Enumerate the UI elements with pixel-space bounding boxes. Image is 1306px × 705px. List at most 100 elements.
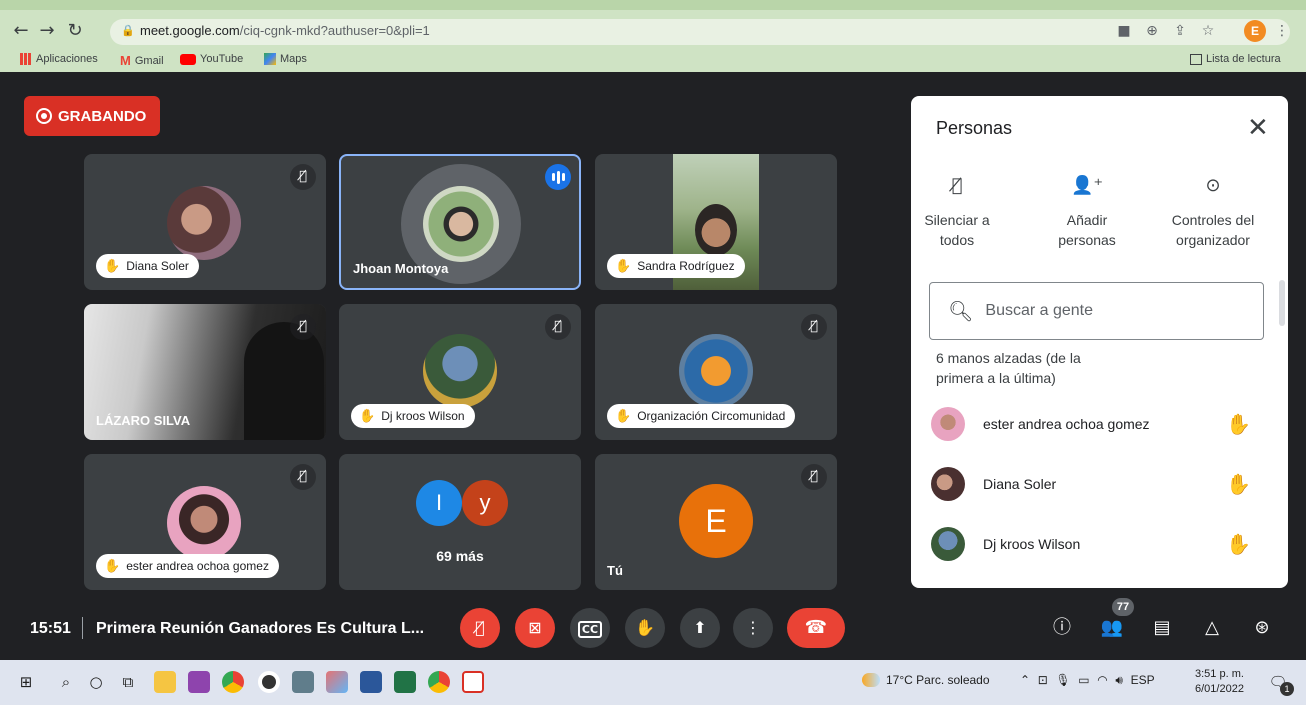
taskbar-clock[interactable]: 3:51 p. m. 6/01/2022 (1195, 667, 1244, 697)
captions-button[interactable]: CC (570, 608, 610, 648)
close-icon[interactable]: ✕ (1247, 114, 1269, 142)
search-people-input[interactable]: 🔍︎ Buscar a gente (929, 282, 1264, 340)
volume-icon[interactable]: 🔊︎ (1115, 673, 1123, 687)
media-player-icon[interactable] (258, 671, 280, 693)
participant-tile[interactable]: 🎙̸ ✋ Organización Circomunidad (595, 304, 837, 440)
chrome-icon[interactable] (222, 671, 244, 693)
hands-heading-line: primera a la última) (936, 370, 1056, 386)
mic-icon[interactable]: 🎙 (1055, 673, 1070, 687)
raised-hand-icon[interactable]: ✋ (1226, 412, 1251, 436)
person-row[interactable]: Dj kroos Wilson ✋ (931, 524, 1261, 564)
menu-icon[interactable]: ⋮ (1272, 21, 1292, 41)
participant-tile[interactable]: 🎙̸ ✋ ester andrea ochoa gomez (84, 454, 326, 590)
more-participants-tile[interactable]: I y 69 más (339, 454, 581, 590)
people-icon[interactable]: 👥 (1098, 614, 1126, 642)
camera-toggle-button[interactable]: ⊠ (515, 608, 555, 648)
participant-tile[interactable]: 🎙̸ ✋ Diana Soler (84, 154, 326, 290)
bookmark-apps[interactable]: Aplicaciones (20, 53, 98, 65)
participant-name: LÁZARO SILVA (96, 413, 191, 428)
host-controls-icon[interactable]: ⊛ (1248, 614, 1276, 642)
participant-tile[interactable]: 🎙̸ LÁZARO SILVA (84, 304, 326, 440)
lock-icon[interactable]: 🔒 (118, 21, 138, 41)
activities-icon[interactable]: △ (1198, 614, 1226, 642)
wifi-icon[interactable]: ◠ (1097, 673, 1107, 687)
raised-hand-icon: ✋ (104, 258, 121, 274)
speaking-indicator-icon (545, 164, 571, 190)
pdf-reader-icon[interactable] (462, 671, 484, 693)
chat-icon[interactable]: ▤ (1148, 614, 1176, 642)
calculator-icon[interactable] (292, 671, 314, 693)
participant-tile-active[interactable]: Jhoan Montoya (339, 154, 581, 290)
host-controls-button[interactable]: ⊙ Controles del organizador (1153, 176, 1273, 250)
back-icon[interactable]: ← (8, 18, 34, 44)
bookmark-gmail[interactable]: M Gmail (120, 53, 164, 68)
battery-icon[interactable]: ▭ (1078, 673, 1089, 687)
recording-badge[interactable]: GRABANDO (24, 96, 161, 136)
mic-toggle-button[interactable]: 🎙̸ (460, 608, 500, 648)
participant-avatar (167, 486, 241, 560)
mic-off-icon: 🎙̸ (801, 464, 827, 490)
hands-heading-line: 6 manos alzadas (de la (936, 350, 1081, 366)
add-people-button[interactable]: 👤⁺ Añadir personas (1027, 176, 1147, 250)
reading-list[interactable]: Lista de lectura (1190, 53, 1281, 65)
language-indicator[interactable]: ESP (1131, 673, 1155, 687)
mic-off-icon: 🎙̸ (290, 464, 316, 490)
people-panel: Personas ✕ 🎙̸ Silenciar a todos 👤⁺ Añadi… (911, 96, 1288, 588)
system-tray[interactable]: ⌃ ⊡ 🎙 ▭ ◠ 🔊︎ ESP (1020, 673, 1155, 688)
more-options-button[interactable]: ⋮ (733, 608, 773, 648)
zoom-icon[interactable]: ⊕ (1142, 21, 1162, 41)
person-row[interactable]: ester andrea ochoa gomez ✋ (931, 404, 1261, 444)
chrome-profile-icon[interactable] (428, 671, 450, 693)
action-label: Silenciar a (924, 212, 990, 228)
mute-all-button[interactable]: 🎙̸ Silenciar a todos (911, 176, 1017, 250)
windows-start-icon[interactable]: ⊞ (14, 670, 38, 694)
cortana-icon[interactable]: ○ (84, 670, 108, 694)
bookmark-maps[interactable]: Maps (264, 53, 307, 65)
url-text[interactable]: meet.google.com/ciq-cgnk-mkd?authuser=0&… (140, 21, 430, 41)
meet-tray-icon[interactable]: ⊡ (1038, 673, 1048, 687)
meeting-info-icon[interactable]: ⓘ (1048, 614, 1076, 642)
excel-icon[interactable] (394, 671, 416, 693)
file-explorer-icon[interactable] (154, 671, 176, 693)
camera-icon[interactable]: ■ (1114, 21, 1134, 41)
panel-title: Personas (936, 118, 1013, 138)
participant-face (695, 204, 737, 256)
raised-hand-icon[interactable]: ✋ (1226, 472, 1251, 496)
bookmark-label: Gmail (134, 54, 164, 67)
windows-taskbar: ⊞ ⌕ ○ ⧉ 17°C Parc. soleado ⌃ ⊡ 🎙 ▭ ◠ 🔊︎ … (0, 660, 1306, 705)
reading-list-icon (1190, 53, 1202, 65)
forward-icon[interactable]: → (34, 18, 60, 44)
participant-name: ester andrea ochoa gomez (126, 559, 269, 573)
present-button[interactable]: ⬆ (680, 608, 720, 648)
raised-hand-icon[interactable]: ✋ (1226, 532, 1251, 556)
share-icon[interactable]: ⇪ (1170, 21, 1190, 41)
panel-scrollbar[interactable] (1279, 280, 1285, 326)
raised-hand-icon: ✋ (359, 408, 376, 424)
raise-hand-button[interactable]: ✋ (625, 608, 665, 648)
word-icon[interactable] (360, 671, 382, 693)
weather-widget[interactable]: 17°C Parc. soleado (862, 673, 990, 687)
search-icon[interactable]: ⌕ (54, 670, 78, 694)
star-icon[interactable]: ☆ (1198, 21, 1218, 41)
search-icon: 🔍︎ (948, 299, 974, 323)
weather-text: 17°C Parc. soleado (886, 673, 990, 687)
url-path: /ciq-cgnk-mkd?authuser=0&pli=1 (239, 23, 430, 38)
paint-icon[interactable] (326, 671, 348, 693)
reload-icon[interactable]: ↻ (62, 18, 88, 44)
meeting-title[interactable]: Primera Reunión Ganadores Es Cultura L..… (96, 620, 424, 638)
person-row[interactable]: Diana Soler ✋ (931, 464, 1261, 504)
chevron-up-icon[interactable]: ⌃ (1020, 673, 1030, 687)
leave-call-button[interactable]: ☎ (787, 608, 845, 648)
profile-avatar[interactable]: E (1244, 20, 1266, 42)
organization-logo (679, 334, 753, 408)
snipping-tool-icon[interactable] (188, 671, 210, 693)
self-tile[interactable]: E 🎙̸ Tú (595, 454, 837, 590)
name-pill: ✋ ester andrea ochoa gomez (96, 554, 279, 578)
reading-list-label: Lista de lectura (1206, 53, 1281, 65)
bookmark-youtube[interactable]: YouTube (180, 53, 243, 65)
task-view-icon[interactable]: ⧉ (116, 670, 140, 694)
participant-tile[interactable]: ✋ Sandra Rodríguez (595, 154, 837, 290)
participant-name: Tú (607, 563, 623, 578)
name-pill: ✋ Dj kroos Wilson (351, 404, 475, 428)
participant-tile[interactable]: 🎙̸ ✋ Dj kroos Wilson (339, 304, 581, 440)
